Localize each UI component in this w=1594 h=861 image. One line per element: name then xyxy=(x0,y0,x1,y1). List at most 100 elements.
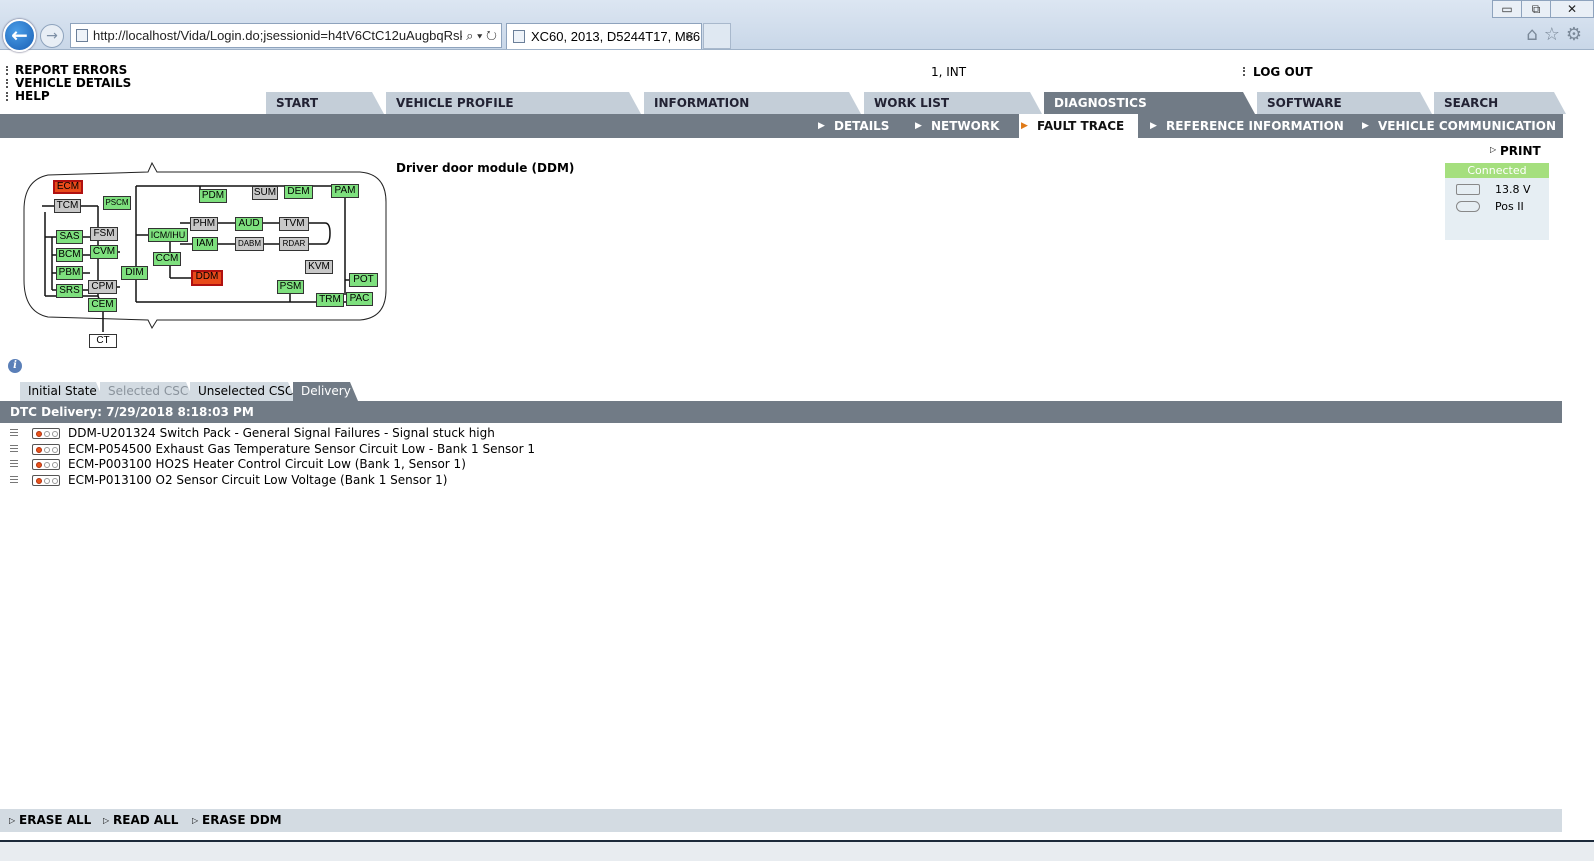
browser-toolbar: ← → http://localhost/Vida/Login.do;jsess… xyxy=(0,0,1594,52)
restore-icon[interactable]: ⧉ xyxy=(1521,0,1551,18)
dtc-text: ECM-P054500 Exhaust Gas Temperature Sens… xyxy=(68,441,536,456)
read-all-button[interactable]: READ ALL xyxy=(103,809,178,832)
module-title: Driver door module (DDM) xyxy=(396,161,575,175)
tab-information[interactable]: INFORMATION xyxy=(644,92,861,114)
ecu-sum[interactable]: SUM xyxy=(252,186,278,200)
ecu-ecm[interactable]: ECM xyxy=(53,180,83,194)
tab-page-icon xyxy=(513,30,525,43)
ecu-rdar[interactable]: RDAR xyxy=(279,237,309,251)
ecu-tcm[interactable]: TCM xyxy=(54,199,81,213)
subtab-reference-information[interactable]: REFERENCE INFORMATION xyxy=(1148,114,1344,138)
help-link[interactable]: HELP xyxy=(6,90,131,103)
print-button[interactable]: PRINT xyxy=(1490,144,1541,158)
ecu-bcm[interactable]: BCM xyxy=(56,248,83,262)
dtc-row[interactable]: DDM-U201324 Switch Pack - General Signal… xyxy=(10,426,535,442)
drag-handle-icon[interactable] xyxy=(10,476,18,486)
tab-work-list[interactable]: WORK LIST xyxy=(864,92,1042,114)
tab-delivery[interactable]: Delivery xyxy=(293,382,358,401)
network-diagram: ECM TCM PSCM PDM SUM DEM PAM SAS FSM BCM… xyxy=(20,160,392,355)
tab-software[interactable]: SOFTWARE xyxy=(1257,92,1432,114)
dtc-list: DDM-U201324 Switch Pack - General Signal… xyxy=(10,426,535,489)
ecu-phm[interactable]: PHM xyxy=(190,217,218,231)
dtc-header: DTC Delivery: 7/29/2018 8:18:03 PM xyxy=(0,401,1562,423)
ecu-pbm[interactable]: PBM xyxy=(56,266,83,280)
ecu-icm-ihu[interactable]: ICM/IHU xyxy=(148,228,188,242)
forward-arrow-icon[interactable]: → xyxy=(40,24,64,48)
address-bar[interactable]: http://localhost/Vida/Login.do;jsessioni… xyxy=(70,23,502,48)
drag-handle-icon[interactable] xyxy=(10,429,18,438)
tab-initial-state[interactable]: Initial State xyxy=(20,382,104,401)
drag-handle-icon[interactable] xyxy=(10,444,18,454)
ecu-ccm[interactable]: CCM xyxy=(153,252,181,266)
ecu-pam[interactable]: PAM xyxy=(331,184,359,198)
info-icon[interactable]: i xyxy=(8,359,22,373)
user-label: 1, INT xyxy=(931,65,967,79)
ignition-row: Pos II xyxy=(1445,199,1549,215)
connection-status: Connected xyxy=(1445,163,1549,178)
dtc-text: DDM-U201324 Switch Pack - General Signal… xyxy=(68,426,495,440)
erase-all-button[interactable]: ERASE ALL xyxy=(9,809,91,832)
subtab-fault-trace[interactable]: FAULT TRACE xyxy=(1019,114,1139,138)
page-icon xyxy=(76,29,88,42)
minimize-icon[interactable]: ▭ xyxy=(1492,0,1522,18)
erase-ddm-button[interactable]: ERASE DDM xyxy=(192,809,282,832)
ecu-dim[interactable]: DIM xyxy=(121,266,148,280)
tab-selected-csc[interactable]: Selected CSC xyxy=(100,382,194,401)
ecu-cpm[interactable]: CPM xyxy=(88,280,117,294)
subtab-details[interactable]: DETAILS xyxy=(816,114,889,138)
ecu-cvm[interactable]: CVM xyxy=(90,245,118,259)
status-lights-icon xyxy=(32,443,60,455)
tab-vehicle-profile[interactable]: VEHICLE PROFILE xyxy=(386,92,641,114)
ecu-pot[interactable]: POT xyxy=(349,273,378,287)
window-controls: ▭ ⧉ ✕ xyxy=(1492,0,1594,18)
home-star-gear-icons[interactable]: ⌂☆⚙ xyxy=(1526,24,1588,45)
ecu-pdm[interactable]: PDM xyxy=(199,189,227,203)
ecu-aud[interactable]: AUD xyxy=(235,217,263,231)
subtab-network[interactable]: NETWORK xyxy=(913,114,999,138)
top-links: REPORT ERRORS VEHICLE DETAILS HELP xyxy=(6,64,131,103)
ecu-sas[interactable]: SAS xyxy=(56,230,83,244)
key-icon xyxy=(1456,201,1480,212)
new-tab-button[interactable] xyxy=(703,23,731,49)
ecu-pac[interactable]: PAC xyxy=(346,292,373,306)
ecu-ddm[interactable]: DDM xyxy=(191,270,223,286)
battery-row: 13.8 V xyxy=(1445,182,1549,198)
taskbar xyxy=(0,840,1594,861)
back-arrow-icon[interactable]: ← xyxy=(3,19,36,52)
browser-tab[interactable]: XC60, 2013, D5244T17, M66... ✕ xyxy=(506,23,702,49)
ecu-dabm[interactable]: DABM xyxy=(235,237,264,251)
tab-unselected-csc[interactable]: Unselected CSC xyxy=(190,382,296,401)
drag-handle-icon[interactable] xyxy=(10,460,18,470)
dtc-text: ECM-P013100 O2 Sensor Circuit Low Voltag… xyxy=(68,473,448,488)
battery-icon xyxy=(1456,184,1480,195)
ecu-fsm[interactable]: FSM xyxy=(90,227,118,241)
logout-link[interactable]: LOG OUT xyxy=(1243,65,1313,79)
tab-close-icon[interactable]: ✕ xyxy=(684,24,695,49)
ecu-pscm[interactable]: PSCM xyxy=(103,196,131,210)
dtc-row[interactable]: ECM-P054500 Exhaust Gas Temperature Sens… xyxy=(10,442,535,458)
ecu-dem[interactable]: DEM xyxy=(284,185,313,199)
ecu-kvm[interactable]: KVM xyxy=(305,260,333,274)
tab-title: XC60, 2013, D5244T17, M66... xyxy=(531,29,702,44)
search-refresh-icons[interactable]: ⌕ ▾ ↻ xyxy=(462,24,497,47)
ecu-psm[interactable]: PSM xyxy=(277,280,304,294)
subtab-vehicle-communication[interactable]: VEHICLE COMMUNICATION xyxy=(1360,114,1556,138)
dtc-row[interactable]: ECM-P003100 HO2S Heater Control Circuit … xyxy=(10,457,535,473)
ecu-iam[interactable]: IAM xyxy=(192,237,218,251)
status-lights-icon xyxy=(32,475,60,487)
ecu-cem[interactable]: CEM xyxy=(88,298,117,312)
dtc-text: ECM-P003100 HO2S Heater Control Circuit … xyxy=(68,457,466,472)
ecu-srs[interactable]: SRS xyxy=(56,284,83,298)
tab-diagnostics[interactable]: DIAGNOSTICS xyxy=(1044,92,1255,114)
tab-search[interactable]: SEARCH xyxy=(1434,92,1566,114)
window-close-icon[interactable]: ✕ xyxy=(1550,0,1594,18)
ecu-tvm[interactable]: TVM xyxy=(279,217,309,231)
status-lights-icon xyxy=(32,459,60,471)
ecu-trm[interactable]: TRM xyxy=(316,293,344,307)
dtc-row[interactable]: ECM-P013100 O2 Sensor Circuit Low Voltag… xyxy=(10,473,535,489)
voltage-value: 13.8 V xyxy=(1495,183,1531,196)
ecu-ct[interactable]: CT xyxy=(89,334,117,348)
connection-panel: Connected 13.8 V Pos II xyxy=(1445,163,1549,240)
tab-start[interactable]: START xyxy=(266,92,384,114)
url-text: http://localhost/Vida/Login.do;jsessioni… xyxy=(93,28,482,43)
